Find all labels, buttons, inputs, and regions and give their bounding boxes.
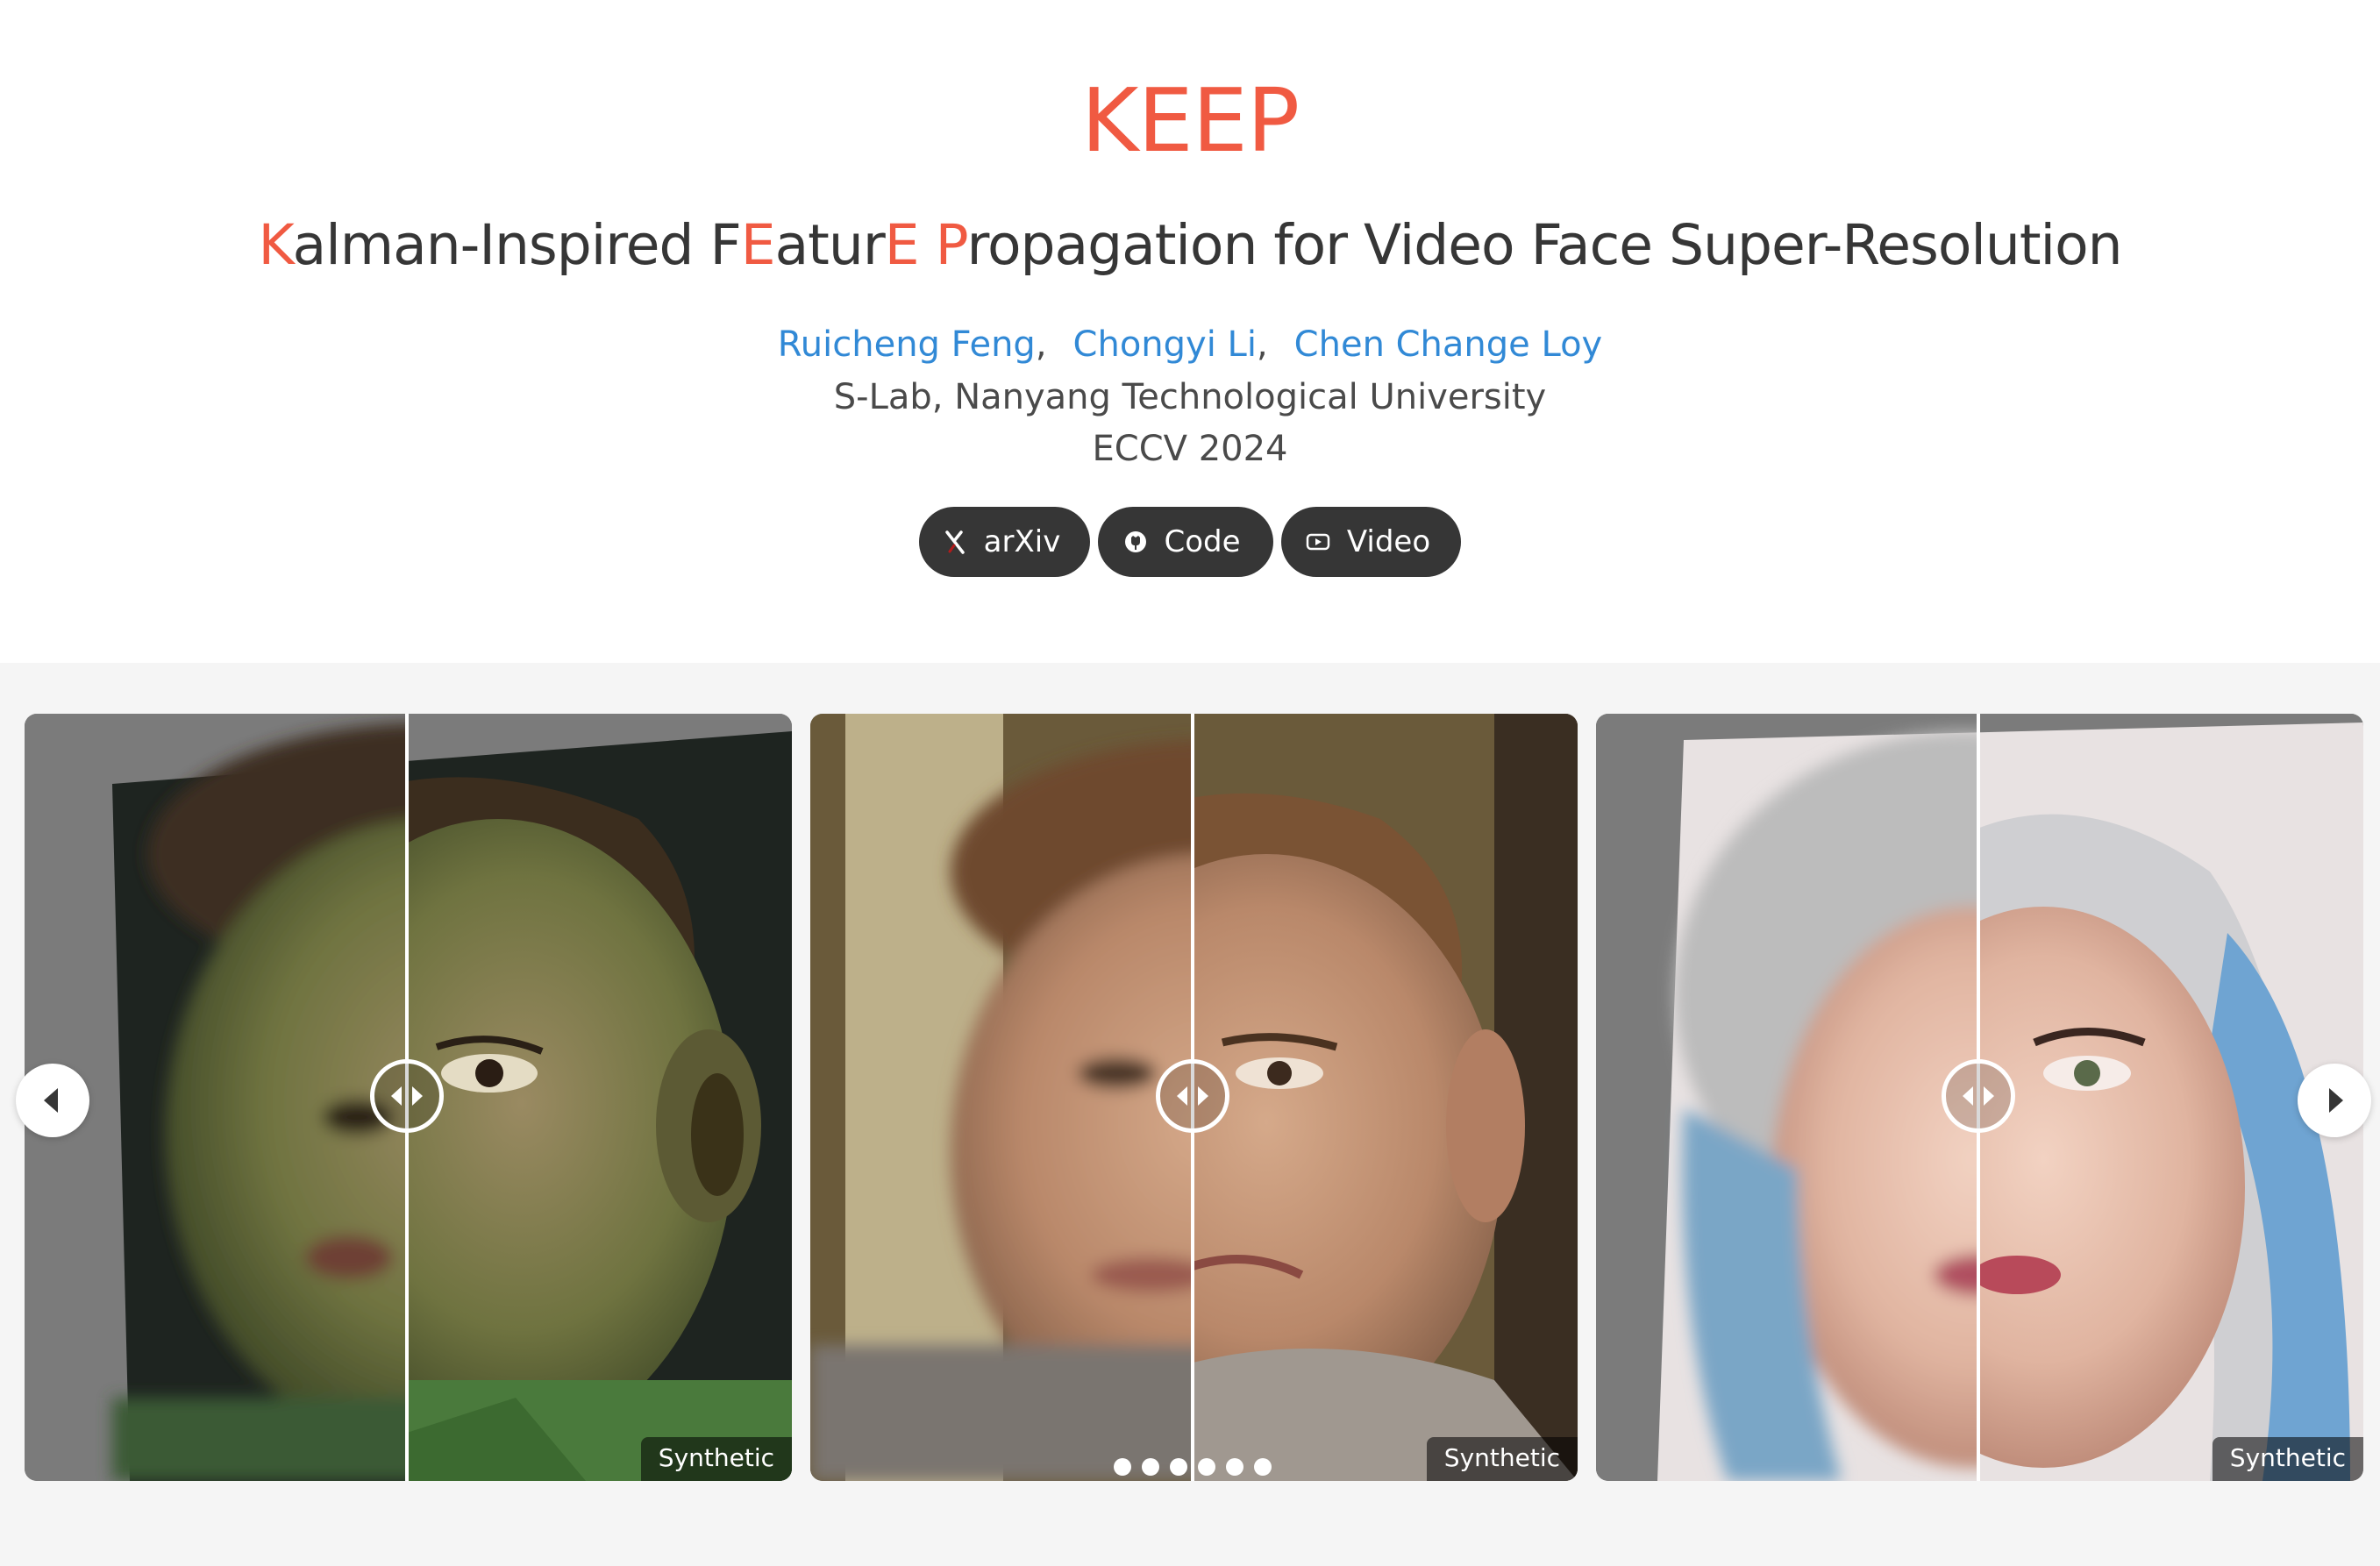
arrow-left-icon	[1963, 1086, 1973, 1106]
arrow-right-icon	[1984, 1086, 1994, 1106]
subtitle-part: E	[740, 213, 776, 277]
github-icon	[1123, 529, 1148, 555]
slider-handle[interactable]	[1156, 1059, 1229, 1133]
author-link[interactable]: Chongyi Li	[1073, 324, 1257, 365]
comparison-card[interactable]: Synthetic	[25, 714, 792, 1481]
subtitle-part: ropagation for Video Face Super-Resoluti…	[966, 213, 2122, 277]
subtitle-part	[919, 213, 936, 277]
pagination-dot[interactable]	[1142, 1458, 1159, 1476]
author-separator: ,	[1035, 324, 1047, 365]
pagination-dot[interactable]	[1170, 1458, 1187, 1476]
chevron-right-icon	[2329, 1088, 2343, 1113]
chevron-left-icon	[44, 1088, 58, 1113]
arrow-left-icon	[1177, 1086, 1187, 1106]
slider-handle[interactable]	[1942, 1059, 2015, 1133]
carousel-pagination	[1114, 1458, 1272, 1476]
video-button-label: Video	[1346, 524, 1431, 559]
arrow-right-icon	[412, 1086, 423, 1106]
slider-handle[interactable]	[370, 1059, 444, 1133]
hero-section: KEEP Kalman-Inspired FEaturE Propagation…	[0, 0, 2380, 663]
code-button[interactable]: Code	[1098, 507, 1273, 577]
code-button-label: Code	[1164, 524, 1241, 559]
subtitle-part: P	[935, 213, 968, 277]
pagination-dot[interactable]	[1254, 1458, 1272, 1476]
author-link[interactable]: Chen Change Loy	[1294, 324, 1603, 365]
arxiv-button[interactable]: arXiv	[919, 507, 1090, 577]
video-button[interactable]: Video	[1281, 507, 1461, 577]
author-separator: ,	[1256, 324, 1268, 365]
arxiv-button-label: arXiv	[983, 524, 1061, 559]
subtitle-part: atur	[774, 213, 886, 277]
subtitle-part: alman-Inspired F	[292, 213, 742, 277]
pagination-dot[interactable]	[1114, 1458, 1131, 1476]
page-title: KEEP	[1080, 69, 1300, 172]
author-list: Ruicheng Feng, Chongyi Li, Chen Change Loy	[0, 320, 2380, 369]
carousel-prev-button[interactable]	[16, 1064, 89, 1137]
author-link[interactable]: Ruicheng Feng	[778, 324, 1036, 365]
pagination-dot[interactable]	[1226, 1458, 1243, 1476]
comparison-card[interactable]: Synthetic	[810, 714, 1578, 1481]
arrow-right-icon	[1198, 1086, 1208, 1106]
card-tag: Synthetic	[640, 1437, 792, 1481]
comparison-carousel: Synthetic Synthetic Synthetic	[0, 663, 2380, 1566]
arxiv-icon	[942, 529, 968, 555]
youtube-icon	[1305, 529, 1331, 555]
arrow-left-icon	[391, 1086, 402, 1106]
affiliation: S-Lab, Nanyang Technological University	[833, 377, 1547, 417]
comparison-card[interactable]: Synthetic	[1596, 714, 2363, 1481]
card-tag: Synthetic	[2212, 1437, 2363, 1481]
subtitle-part: K	[258, 213, 293, 277]
pagination-dot[interactable]	[1198, 1458, 1215, 1476]
venue: ECCV 2024	[1092, 429, 1288, 469]
card-tag: Synthetic	[1426, 1437, 1578, 1481]
page-subtitle: Kalman-Inspired FEaturE Propagation for …	[0, 210, 2380, 281]
link-buttons: arXiv Code Video	[0, 507, 2380, 577]
subtitle-part: E	[884, 213, 920, 277]
carousel-next-button[interactable]	[2298, 1064, 2371, 1137]
